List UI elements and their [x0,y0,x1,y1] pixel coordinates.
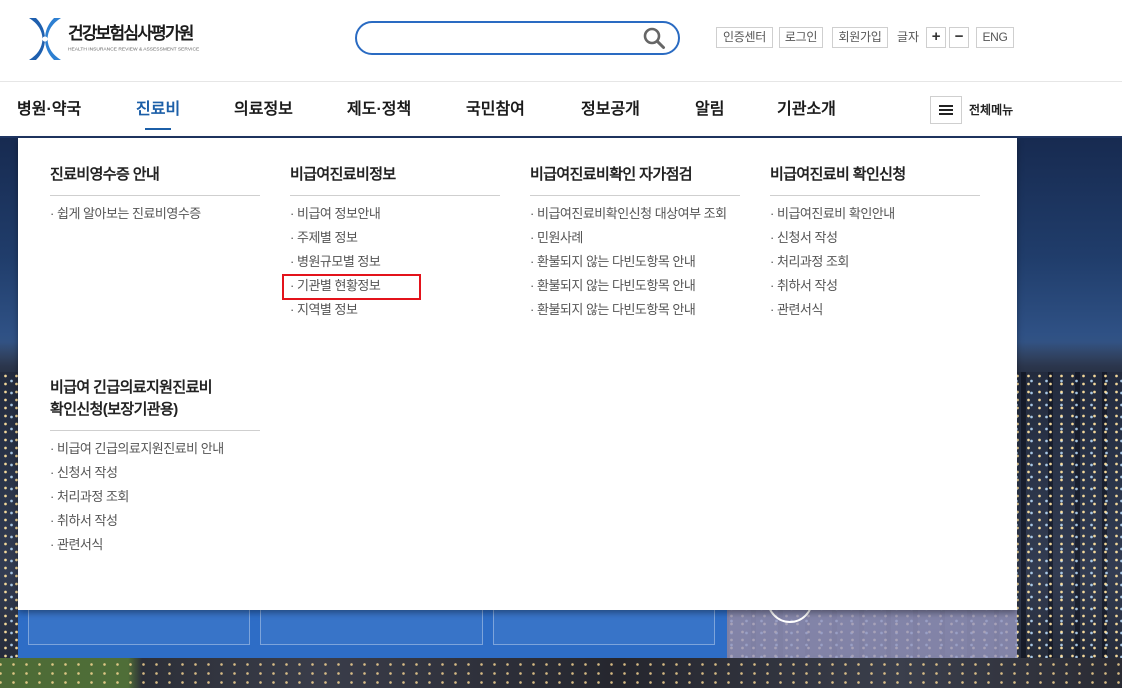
nav-item-about[interactable]: 기관소개 [777,100,836,120]
hamburger-menu-icon [930,96,962,124]
menu-item-by-hospital-size[interactable]: 병원규모별 정보 [290,250,500,274]
language-english-button[interactable]: ENG [976,27,1014,48]
menu-item-write-withdrawal[interactable]: 취하서 작성 [50,509,260,533]
menu-item-receipt-easy-guide[interactable]: 쉽게 알아보는 진료비영수증 [50,202,260,226]
menu-item-nonrefundable-items[interactable]: 환불되지 않는 다빈도항목 안내 [530,298,740,322]
nav-item-hospital-pharmacy[interactable]: 병원·약국 [17,100,81,120]
menu-group-title[interactable]: 진료비영수증 안내 [50,164,260,196]
nav-item-policy[interactable]: 제도·정책 [347,100,411,120]
menu-group-list: 비급여진료비확인신청 대상여부 조회 민원사례 환불되지 않는 다빈도항목 안내… [530,202,740,322]
menu-item-related-forms[interactable]: 관련서식 [50,533,260,557]
hira-logo-icon [29,18,61,60]
nav-item-information-disclosure[interactable]: 정보공개 [581,100,640,120]
menu-item-nonrefundable-items[interactable]: 환불되지 않는 다빈도항목 안내 [530,274,740,298]
menu-item-write-application[interactable]: 신청서 작성 [770,226,980,250]
logo-name: 건강보험심사평가원 [68,24,194,43]
login-button[interactable]: 로그인 [779,27,823,48]
menu-item-write-withdrawal[interactable]: 취하서 작성 [770,274,980,298]
search-input[interactable] [371,27,633,49]
menu-group-receipt-guide: 진료비영수증 안내 쉽게 알아보는 진료비영수증 [50,164,260,226]
menu-item-nonrefundable-items[interactable]: 환불되지 않는 다빈도항목 안내 [530,250,740,274]
logo-subtitle: HEALTH INSURANCE REVIEW & ASSESSMENT SER… [68,46,200,52]
menu-group-list: 비급여 정보안내 주제별 정보 병원규모별 정보 기관별 현황정보 지역별 정보 [290,202,500,322]
menu-group-emergency-support-request: 비급여 긴급의료지원진료비 확인신청(보장기관용) 비급여 긴급의료지원진료비 … [50,377,260,557]
menu-item-by-region[interactable]: 지역별 정보 [290,298,500,322]
nav-item-medical-fees[interactable]: 진료비 [136,100,180,130]
mega-menu-panel: 진료비영수증 안내 쉽게 알아보는 진료비영수증 비급여진료비정보 비급여 정보… [18,138,1017,610]
search-button[interactable] [642,26,666,50]
menu-item-confirm-guide[interactable]: 비급여진료비 확인안내 [770,202,980,226]
menu-item-by-institution-status[interactable]: 기관별 현황정보 [290,274,500,298]
menu-item-emergency-guide[interactable]: 비급여 긴급의료지원진료비 안내 [50,437,260,461]
cert-center-button[interactable]: 인증센터 [716,27,773,48]
menu-group-list: 비급여 긴급의료지원진료비 안내 신청서 작성 처리과정 조회 취하서 작성 관… [50,437,260,557]
menu-group-title[interactable]: 비급여 긴급의료지원진료비 확인신청(보장기관용) [50,377,260,431]
site-logo[interactable]: 건강보험심사평가원 HEALTH INSURANCE REVIEW & ASSE… [26,14,216,64]
main-navigation: 병원·약국 진료비 의료정보 제도·정책 국민참여 정보공개 알림 기관소개 전… [0,82,1122,136]
menu-item-process-lookup[interactable]: 처리과정 조회 [770,250,980,274]
all-menu-label: 전체메뉴 [969,103,1014,117]
font-increase-button[interactable]: + [926,27,946,48]
font-decrease-button[interactable]: − [949,27,969,48]
hero-ground [0,658,1122,688]
nav-item-public-participation[interactable]: 국민참여 [466,100,525,120]
menu-item-process-lookup[interactable]: 처리과정 조회 [50,485,260,509]
menu-item-noncovered-guide[interactable]: 비급여 정보안내 [290,202,500,226]
signup-button[interactable]: 회원가입 [832,27,888,48]
menu-item-eligibility-check[interactable]: 비급여진료비확인신청 대상여부 조회 [530,202,740,226]
menu-group-title[interactable]: 비급여진료비확인 자가점검 [530,164,740,196]
menu-item-by-topic[interactable]: 주제별 정보 [290,226,500,250]
menu-group-noncovered-confirm-request: 비급여진료비 확인신청 비급여진료비 확인안내 신청서 작성 처리과정 조회 취… [770,164,980,322]
menu-group-noncovered-info: 비급여진료비정보 비급여 정보안내 주제별 정보 병원규모별 정보 기관별 현황… [290,164,500,322]
menu-group-list: 쉽게 알아보는 진료비영수증 [50,202,260,226]
search-icon [643,27,665,49]
menu-item-complaint-cases[interactable]: 민원사례 [530,226,740,250]
menu-item-write-application[interactable]: 신청서 작성 [50,461,260,485]
nav-item-medical-info[interactable]: 의료정보 [234,100,293,120]
font-size-label: 글자 [897,30,920,44]
menu-group-noncovered-self-check: 비급여진료비확인 자가점검 비급여진료비확인신청 대상여부 조회 민원사례 환불… [530,164,740,322]
site-header: 건강보험심사평가원 HEALTH INSURANCE REVIEW & ASSE… [0,0,1122,82]
search-box [355,21,680,55]
menu-group-title[interactable]: 비급여진료비정보 [290,164,500,196]
nav-item-notice[interactable]: 알림 [695,100,724,120]
menu-item-related-forms[interactable]: 관련서식 [770,298,980,322]
menu-group-title[interactable]: 비급여진료비 확인신청 [770,164,980,196]
menu-group-list: 비급여진료비 확인안내 신청서 작성 처리과정 조회 취하서 작성 관련서식 [770,202,980,322]
all-menu-button[interactable]: 전체메뉴 [930,96,1022,124]
